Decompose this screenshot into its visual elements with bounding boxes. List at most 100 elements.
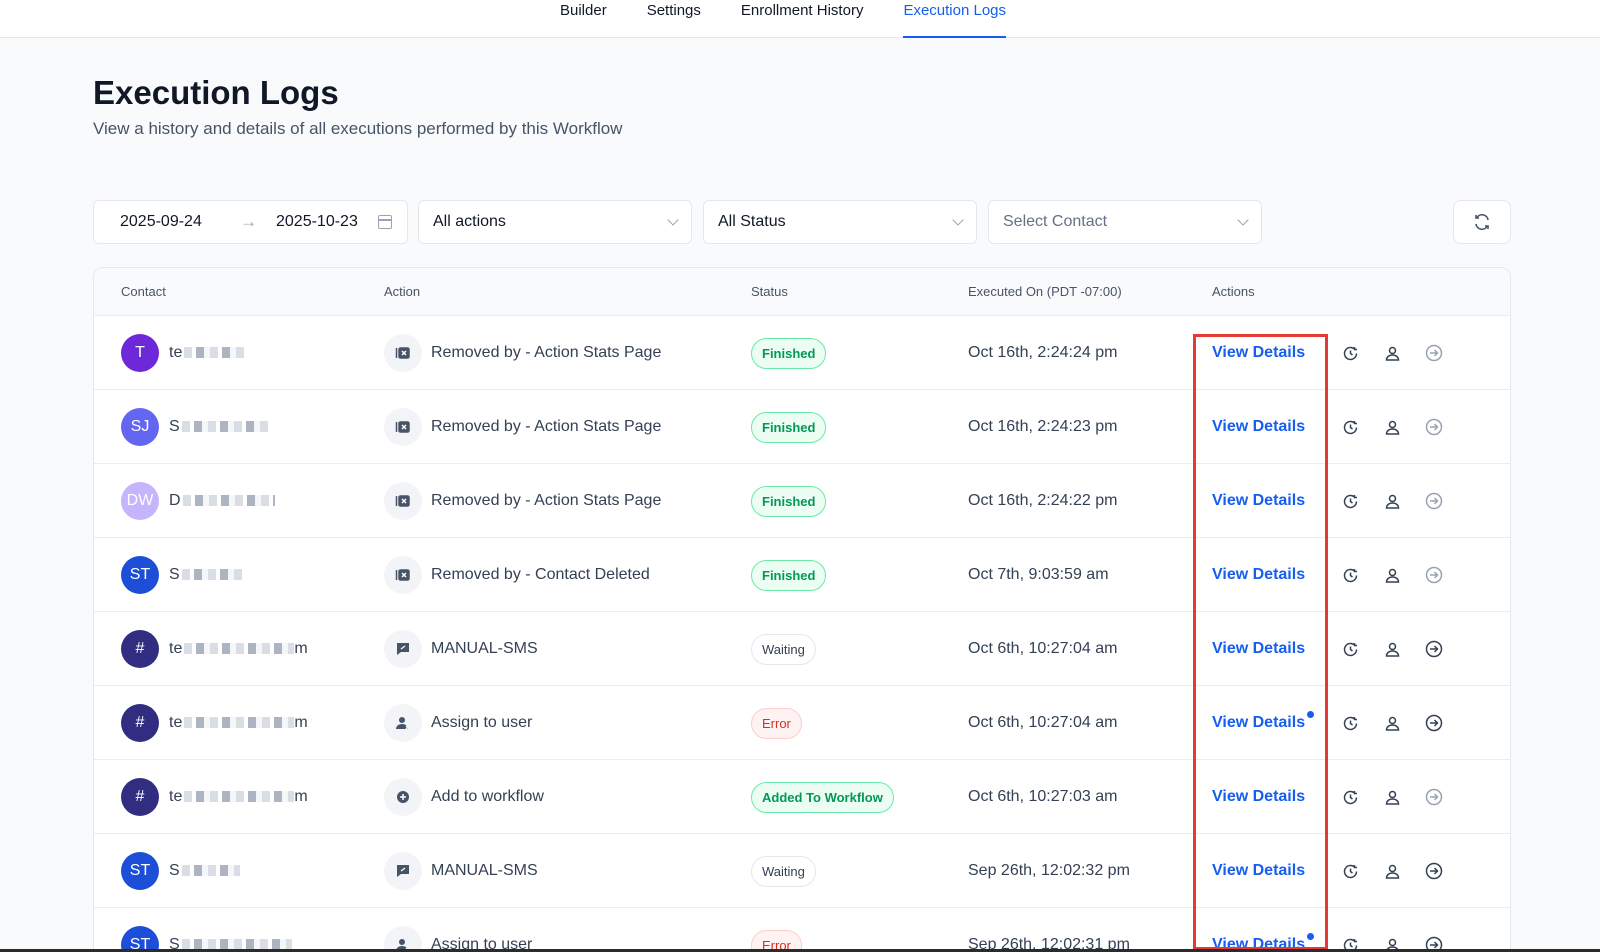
tab-execution-logs[interactable]: Execution Logs <box>903 0 1006 38</box>
contact-cell[interactable]: T te <box>121 316 247 390</box>
view-details-link[interactable]: View Details <box>1212 418 1305 436</box>
contact-name[interactable]: S <box>169 418 272 436</box>
contact-name-suffix: m <box>294 788 308 805</box>
contact-cell[interactable]: DW D <box>121 464 275 538</box>
history-icon[interactable] <box>1339 860 1361 882</box>
view-details-link[interactable]: View Details <box>1212 788 1305 806</box>
date-range-picker[interactable]: 2025-09-24 → 2025-10-23 <box>93 200 408 244</box>
workflow-tabs: Builder Settings Enrollment History Exec… <box>560 0 1006 38</box>
contact-profile-icon[interactable] <box>1381 786 1403 808</box>
refresh-button[interactable] <box>1453 200 1511 244</box>
contact-name-prefix: D <box>169 492 181 509</box>
sms-icon <box>384 852 422 890</box>
redacted-name-block <box>182 495 275 507</box>
exit-workflow-icon[interactable] <box>1423 564 1445 586</box>
contact-name[interactable]: te <box>169 344 247 362</box>
contact-cell[interactable]: ST S <box>121 538 242 612</box>
contact-name[interactable]: S <box>169 566 242 584</box>
table-row: DW D Removed by - Action Stats Page Fini… <box>94 464 1510 538</box>
view-details-link[interactable]: View Details <box>1212 711 1315 732</box>
contact-profile-icon[interactable] <box>1381 638 1403 660</box>
history-icon[interactable] <box>1339 786 1361 808</box>
contact-name[interactable]: D <box>169 492 275 510</box>
exit-workflow-icon[interactable] <box>1423 342 1445 364</box>
history-icon[interactable] <box>1339 490 1361 512</box>
tab-settings[interactable]: Settings <box>647 0 701 38</box>
view-details-link[interactable]: View Details <box>1212 640 1305 658</box>
view-details-link[interactable]: View Details <box>1212 344 1305 362</box>
contact-cell[interactable]: ST S <box>121 908 292 952</box>
arrow-right-icon: → <box>240 212 257 231</box>
avatar: # <box>121 778 159 816</box>
action-name: MANUAL-SMS <box>431 862 538 879</box>
contact-cell[interactable]: # te m <box>121 612 308 686</box>
contact-profile-icon[interactable] <box>1381 342 1403 364</box>
history-icon[interactable] <box>1339 342 1361 364</box>
actions-filter-select[interactable]: All actions <box>418 200 692 244</box>
contact-profile-icon[interactable] <box>1381 490 1403 512</box>
view-details-link[interactable]: View Details <box>1212 566 1305 584</box>
contact-filter-placeholder: Select Contact <box>1003 213 1108 230</box>
remove-from-workflow-icon <box>384 482 422 520</box>
contact-profile-icon[interactable] <box>1381 416 1403 438</box>
exit-workflow-icon[interactable] <box>1423 416 1445 438</box>
view-details-label: View Details <box>1212 862 1306 879</box>
actions-filter-value: All actions <box>433 213 506 230</box>
actions-cell: View Details <box>1212 686 1315 760</box>
status-cell: Added To Workflow <box>751 760 894 834</box>
contact-name-suffix: m <box>294 714 308 731</box>
contact-name[interactable]: S <box>169 862 240 880</box>
action-name: Removed by - Contact Deleted <box>431 566 650 583</box>
contact-name[interactable]: te m <box>169 788 308 806</box>
action-name: Removed by - Action Stats Page <box>431 418 662 435</box>
executed-on-cell: Oct 6th, 10:27:04 am <box>968 686 1117 760</box>
tab-enrollment-history[interactable]: Enrollment History <box>741 0 864 38</box>
contact-cell[interactable]: # te m <box>121 760 308 834</box>
date-end[interactable]: 2025-10-23 <box>276 213 378 231</box>
contact-profile-icon[interactable] <box>1381 860 1403 882</box>
contact-cell[interactable]: SJ S <box>121 390 272 464</box>
executed-on-cell: Oct 16th, 2:24:22 pm <box>968 464 1117 538</box>
action-cell: Assign to user <box>384 908 532 952</box>
status-cell: Waiting <box>751 834 816 908</box>
contact-name[interactable]: te m <box>169 714 308 732</box>
contact-cell[interactable]: # te m <box>121 686 308 760</box>
exit-workflow-icon[interactable] <box>1423 490 1445 512</box>
contact-cell[interactable]: ST S <box>121 834 240 908</box>
exit-workflow-icon[interactable] <box>1423 638 1445 660</box>
exit-workflow-icon[interactable] <box>1423 786 1445 808</box>
contact-name[interactable]: te m <box>169 640 308 658</box>
actions-icons <box>1339 464 1445 538</box>
view-details-link[interactable]: View Details <box>1212 862 1305 880</box>
actions-cell: View Details <box>1212 760 1305 834</box>
redacted-name-block <box>184 347 247 359</box>
status-filter-value: All Status <box>718 213 786 230</box>
executed-on-cell: Sep 26th, 12:02:31 pm <box>968 908 1130 952</box>
avatar: T <box>121 334 159 372</box>
tab-builder[interactable]: Builder <box>560 0 607 38</box>
chevron-down-icon <box>1237 214 1249 226</box>
contact-filter-select[interactable]: Select Contact <box>988 200 1262 244</box>
exit-workflow-icon[interactable] <box>1423 712 1445 734</box>
history-icon[interactable] <box>1339 638 1361 660</box>
remove-from-workflow-icon <box>384 408 422 446</box>
action-cell: Removed by - Action Stats Page <box>384 464 661 538</box>
date-start[interactable]: 2025-09-24 <box>120 213 240 231</box>
exit-workflow-icon[interactable] <box>1423 860 1445 882</box>
history-icon[interactable] <box>1339 416 1361 438</box>
action-cell: MANUAL-SMS <box>384 612 538 686</box>
actions-cell: View Details <box>1212 464 1305 538</box>
history-icon[interactable] <box>1339 712 1361 734</box>
executed-on-cell: Oct 7th, 9:03:59 am <box>968 538 1109 612</box>
top-tab-bar: Builder Settings Enrollment History Exec… <box>0 0 1600 38</box>
history-icon[interactable] <box>1339 564 1361 586</box>
status-filter-select[interactable]: All Status <box>703 200 977 244</box>
remove-from-workflow-icon <box>384 334 422 372</box>
status-badge: Error <box>751 707 802 739</box>
contact-profile-icon[interactable] <box>1381 564 1403 586</box>
redacted-name-block <box>181 569 242 581</box>
table-row: ST S MANUAL-SMS Waiting Sep 26th, 12:02:… <box>94 834 1510 908</box>
view-details-link[interactable]: View Details <box>1212 492 1305 510</box>
actions-cell: View Details <box>1212 834 1305 908</box>
contact-profile-icon[interactable] <box>1381 712 1403 734</box>
